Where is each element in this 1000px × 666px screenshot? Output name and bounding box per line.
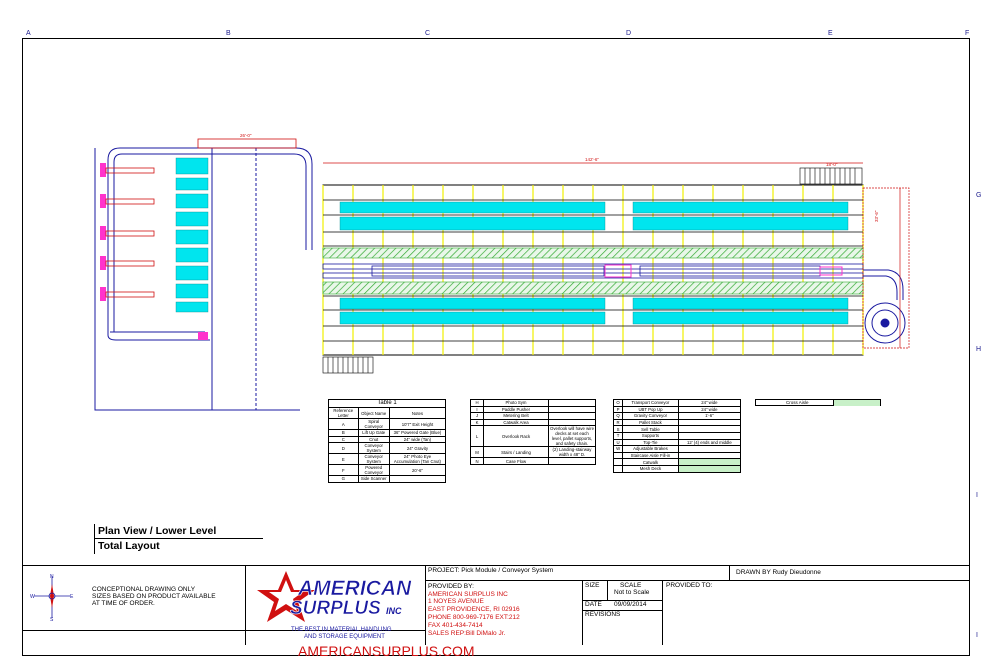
table-row: K Catwalk Area <box>469 418 596 427</box>
cross-aisle-legend: Cross Aisle <box>755 399 881 406</box>
view-title-line1: Plan View / Lower Level <box>95 524 263 539</box>
compass-n: N <box>50 574 54 580</box>
grid-letter-i: I <box>976 492 978 499</box>
grid-letter-i-2: I <box>976 632 978 639</box>
logo-american: AMERICAN <box>297 577 412 600</box>
stairs-bottom-left <box>322 356 374 374</box>
table-header: Object Name <box>357 407 390 419</box>
provided-by-line: SALES REP:Bill DiMalo Jr. <box>428 630 506 637</box>
dim-top-width: 26'-0" <box>240 133 252 138</box>
table-row: R Pallet Stack <box>612 418 742 427</box>
provided-to-label: PROVIDED TO: <box>666 582 713 589</box>
compass-w: W <box>30 594 35 600</box>
stairs-top-right <box>799 167 863 185</box>
logo-surplus: SURPLUS <box>290 598 381 619</box>
drawn-by: DRAWN BY Rudy Dieudonne <box>736 569 821 576</box>
table-row: L Overlook Rack Overlook will have wire de… <box>469 425 596 448</box>
reference-table-3: O Transport Conveyor 24" wide P UBT Pop Up 2… <box>612 399 742 473</box>
cross-aisle-swatch <box>833 400 880 406</box>
table-row: P UBT Pop Up 24" wide <box>612 405 742 414</box>
provided-by-label: PROVIDED BY: <box>428 583 474 590</box>
top-dimension-box <box>197 138 297 149</box>
table-row: N Case Flow <box>469 457 596 465</box>
plan-view-drawing: 26'-0" 142'-6" 33'-6" 18'-0" <box>94 133 910 411</box>
footer-url[interactable]: AMERICANSURPLUS.COM <box>298 643 475 659</box>
table-row: Staircase Aisle Fill-in <box>612 451 742 460</box>
table-row: U Top-Tie 12' (4) ends and middle <box>612 438 742 447</box>
date-value: 09/09/2014 <box>614 601 647 608</box>
table-row: T Supports <box>612 431 742 440</box>
svg-text:33'-6": 33'-6" <box>874 210 879 222</box>
table-title: Table 1 <box>328 399 446 408</box>
table-row: F Powered Conveyor 20'-6" <box>328 464 447 477</box>
tagline-line2: AND STORAGE EQUIPMENT <box>304 634 385 640</box>
size-label: SIZE <box>585 582 600 589</box>
table-header: Notes <box>388 407 447 419</box>
table-header: Reference Letter <box>328 407 359 419</box>
curve-conveyor <box>107 147 313 341</box>
provided-by-line: FAX 401-434-7414 <box>428 622 483 629</box>
reference-table-1: Table 1 Reference Letter Object Name Not… <box>328 399 447 483</box>
view-title-line2: Total Layout <box>98 540 160 552</box>
table-row: Mesh Deck <box>612 464 742 473</box>
svg-text:18'-0": 18'-0" <box>826 162 838 167</box>
provided-by-line: EAST PROVIDENCE, RI 02916 <box>428 606 520 613</box>
project-name: PROJECT: Pick Module / Conveyor System <box>428 567 554 574</box>
compass-rose-icon: N S W E <box>30 574 74 622</box>
cross-aisle-label: Cross Aisle <box>786 400 809 405</box>
table-row: B Lift Up Gate 36" Powered Gate (Blue) <box>328 429 447 437</box>
revisions-label: REVISIONS <box>585 611 621 618</box>
view-title: Plan View / Lower Level Total Layout <box>94 524 263 554</box>
table-row: S Sell Table <box>612 425 742 433</box>
compass-e: E <box>70 594 74 600</box>
table-row: M Stairs / Landing (2) Landing-stairway wi… <box>469 446 596 459</box>
reference-table-2: H Photo Sym I Paddle Pusher J Metering Belt… <box>469 399 596 465</box>
table-row: H Photo Sym <box>469 399 596 407</box>
table-row: W Adjustable Brakes <box>612 445 742 453</box>
table-row: C Cnut 24" wide (Tan) <box>328 435 447 444</box>
scale-value: Not to Scale <box>614 589 650 596</box>
table-row: I Paddle Pusher <box>469 405 596 414</box>
table-row: D Conveyor System 24" Gravity <box>328 442 447 455</box>
table-row: J Metering Belt <box>469 412 596 420</box>
center-pink-markers <box>604 264 843 278</box>
provided-by-line: 1 NOYES AVENUE <box>428 598 484 605</box>
table-row: O Transport Conveyor 24" wide <box>612 399 742 407</box>
cyan-conveyors <box>339 201 849 325</box>
disclaimer-line3: AT TIME OF ORDER. <box>92 600 155 607</box>
table-row: A Spiral Conveyor 10'7" Exit Height <box>328 418 447 430</box>
provided-by-line: PHONE 800-969-7176 EXT:212 <box>428 614 520 621</box>
left-pick-rows <box>100 157 209 340</box>
date-label: DATE <box>585 601 602 608</box>
dim-long-width: 142'-6" <box>585 157 599 162</box>
spiral-conveyor <box>863 269 906 344</box>
american-surplus-logo: AMERICAN SURPLUS INC <box>257 571 412 622</box>
table-row: E Conveyor System 24" Photo Eye Accumulati… <box>328 453 447 466</box>
table-row: Catwalk <box>612 458 742 466</box>
logo-inc: INC <box>386 606 402 616</box>
table-row: Q Gravity Conveyor 1'-6" <box>612 412 742 420</box>
table-row: G Side Scanner <box>328 475 447 483</box>
compass-s: S <box>50 617 54 622</box>
